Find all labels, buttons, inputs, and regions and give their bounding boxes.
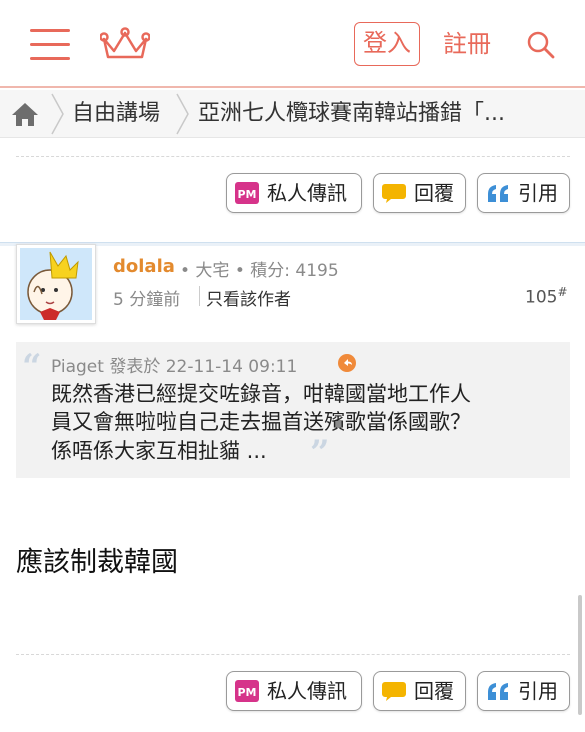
quote-label: 引用 bbox=[518, 679, 558, 703]
pm-icon: PM bbox=[235, 182, 259, 204]
user-rank-points: • 大宅 • 積分: 4195 bbox=[180, 261, 339, 281]
breadcrumb-separator-icon bbox=[51, 93, 64, 135]
quote-button[interactable]: 引用 bbox=[477, 173, 570, 213]
reply-button[interactable]: 回覆 bbox=[373, 671, 466, 711]
post-username[interactable]: dolala bbox=[113, 256, 175, 277]
pm-button[interactable]: PM 私人傳訊 bbox=[226, 173, 362, 213]
quote-label: 引用 bbox=[518, 181, 558, 205]
svg-text:PM: PM bbox=[237, 686, 256, 699]
avatar[interactable] bbox=[16, 244, 96, 324]
svg-text:PM: PM bbox=[237, 188, 256, 201]
floor-mark: # bbox=[557, 285, 568, 299]
reply-label: 回覆 bbox=[414, 181, 454, 205]
crown-logo-icon[interactable] bbox=[100, 27, 150, 63]
quote-line: 係唔係大家互相扯貓 ... bbox=[51, 439, 267, 463]
quote-author-meta: Piaget 發表於 22-11-14 09:11 bbox=[51, 357, 298, 377]
pm-label: 私人傳訊 bbox=[267, 679, 347, 703]
login-button[interactable]: 登入 bbox=[354, 22, 420, 66]
baby-crown-avatar-icon bbox=[20, 248, 92, 320]
register-link[interactable]: 註冊 bbox=[443, 22, 491, 66]
reply-bubble-icon bbox=[382, 184, 406, 203]
home-icon[interactable] bbox=[10, 100, 40, 128]
search-icon[interactable] bbox=[526, 30, 556, 60]
floor-number: 105 bbox=[525, 287, 558, 308]
reply-bubble-icon bbox=[382, 682, 406, 701]
post-body: 應該制裁韓國 bbox=[16, 547, 178, 578]
separator-dashed bbox=[16, 156, 570, 157]
goto-quoted-post-icon[interactable] bbox=[338, 354, 356, 372]
quote-button[interactable]: 引用 bbox=[477, 671, 570, 711]
breadcrumb: 自由講場 亞洲七人欖球賽南韓站播錯「... bbox=[0, 90, 585, 138]
meta-divider bbox=[199, 286, 200, 306]
scrollbar[interactable] bbox=[578, 595, 582, 715]
reply-label: 回覆 bbox=[414, 679, 454, 703]
only-author-link[interactable]: 只看該作者 bbox=[206, 285, 291, 310]
top-header: 登入 註冊 bbox=[0, 0, 585, 88]
pm-icon: PM bbox=[235, 680, 259, 702]
quote-block: “ Piaget 發表於 22-11-14 09:11 既然香港已經提交咗錄音，… bbox=[16, 342, 570, 478]
quote-line: 員又會無啦啦自己走去揾首送殯歌當係國歌？ bbox=[51, 410, 471, 434]
breadcrumb-forum[interactable]: 自由講場 bbox=[72, 90, 160, 138]
post-time: 5 分鐘前 bbox=[113, 290, 181, 310]
pm-button[interactable]: PM 私人傳訊 bbox=[226, 671, 362, 711]
quote-line: 既然香港已經提交咗錄音，咁韓國當地工作人 bbox=[51, 382, 471, 406]
breadcrumb-thread-title[interactable]: 亞洲七人欖球賽南韓站播錯「... bbox=[198, 90, 578, 138]
close-quote-icon: ” bbox=[310, 433, 330, 473]
pm-label: 私人傳訊 bbox=[267, 181, 347, 205]
quote-icon bbox=[488, 185, 508, 202]
separator-dashed bbox=[16, 654, 570, 655]
post-floor-number[interactable]: 105# bbox=[525, 285, 568, 308]
breadcrumb-separator-icon bbox=[176, 93, 189, 135]
menu-icon[interactable] bbox=[30, 29, 70, 61]
open-quote-icon: “ bbox=[22, 347, 42, 387]
reply-button[interactable]: 回覆 bbox=[373, 173, 466, 213]
quote-icon bbox=[488, 683, 508, 700]
